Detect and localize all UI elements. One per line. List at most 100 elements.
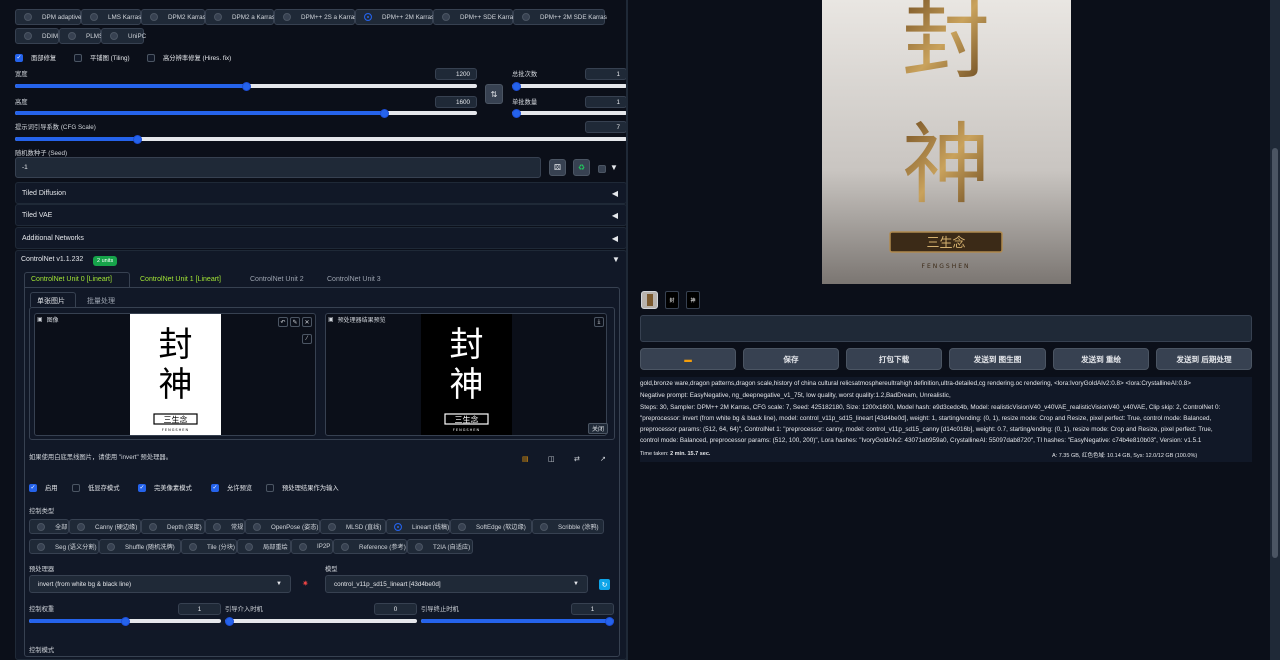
control-type-normal[interactable]: 常规 bbox=[205, 519, 245, 534]
mirror-icon[interactable]: ⇄ bbox=[574, 455, 580, 463]
pixel-perfect-checkbox[interactable]: ✓ 完美像素模式 bbox=[138, 483, 192, 492]
sampler-dpmpp-2s-a-karras[interactable]: DPM++ 2S a Karras bbox=[274, 9, 357, 25]
allow-preview-checkbox[interactable]: ✓ 允许预览 bbox=[211, 483, 252, 492]
accordion-tiled-vae[interactable]: Tiled VAE ◀ bbox=[15, 204, 627, 226]
batch-count-slider[interactable] bbox=[512, 81, 627, 91]
tab-single-image[interactable]: 单张图片 bbox=[37, 296, 65, 306]
open-folder-button[interactable]: ▬ bbox=[640, 348, 736, 370]
slider-knob[interactable] bbox=[225, 616, 234, 626]
extra-seed-checkbox[interactable] bbox=[598, 165, 606, 173]
tab-batch[interactable]: 批量处理 bbox=[87, 296, 115, 306]
width-slider[interactable] bbox=[15, 81, 477, 91]
new-canvas-icon[interactable]: ▤ bbox=[522, 455, 529, 463]
slider-knob[interactable] bbox=[241, 81, 251, 91]
control-type-seg[interactable]: Seg (语义分割) bbox=[29, 539, 99, 554]
run-preprocessor-button[interactable]: ✷ bbox=[302, 579, 309, 588]
batch-count-input[interactable]: 1 bbox=[585, 68, 627, 80]
sampler-dpmpp-2m-sde-karras[interactable]: DPM++ 2M SDE Karras bbox=[513, 9, 607, 25]
control-type-ip2p[interactable]: IP2P bbox=[291, 539, 333, 554]
slider-knob[interactable] bbox=[512, 81, 521, 91]
control-type-reference[interactable]: Reference (参考) bbox=[333, 539, 407, 554]
edit-button[interactable]: ✎ bbox=[290, 317, 300, 327]
batch-size-input[interactable]: 1 bbox=[585, 96, 627, 108]
tab-controlnet-unit-1[interactable]: ControlNet Unit 1 [Lineart] bbox=[140, 276, 221, 283]
control-weight-slider[interactable] bbox=[29, 616, 221, 626]
seed-input[interactable]: -1 bbox=[15, 157, 541, 178]
sampler-lms-karras[interactable]: LMS Karras bbox=[81, 9, 141, 25]
lowvram-checkbox[interactable]: 低显存模式 bbox=[72, 483, 119, 492]
tab-controlnet-unit-3[interactable]: ControlNet Unit 3 bbox=[327, 276, 381, 283]
height-slider[interactable] bbox=[15, 108, 477, 118]
guidance-end-input[interactable]: 1 bbox=[571, 603, 614, 615]
zip-download-button[interactable]: 打包下载 bbox=[846, 348, 942, 370]
slider-knob[interactable] bbox=[512, 108, 521, 118]
reuse-seed-button[interactable]: ♻ bbox=[573, 159, 590, 176]
accordion-tiled-diffusion[interactable]: Tiled Diffusion ◀ bbox=[15, 182, 627, 204]
hires-fix-checkbox[interactable]: 高分辨率修复 (Hires. fix) bbox=[147, 53, 231, 62]
download-preview-button[interactable]: ⤓ bbox=[594, 317, 604, 327]
model-select[interactable]: control_v11p_sd15_lineart [43d4be0d] ▼ bbox=[325, 575, 588, 593]
send-to-extras-button[interactable]: 发送到 后期处理 bbox=[1156, 348, 1252, 370]
tab-controlnet-unit-2[interactable]: ControlNet Unit 2 bbox=[250, 276, 304, 283]
accordion-additional-networks[interactable]: Additional Networks ◀ bbox=[15, 227, 627, 249]
close-preview-button[interactable]: 关闭 bbox=[588, 423, 609, 434]
sampler-dpm-adaptive[interactable]: DPM adaptive bbox=[15, 9, 82, 25]
brush-button[interactable]: ⁄ bbox=[302, 334, 312, 344]
sampler-ddim[interactable]: DDIM bbox=[15, 28, 59, 44]
caret-down-icon[interactable]: ▼ bbox=[612, 255, 620, 264]
enable-checkbox[interactable]: ✓ 启用 bbox=[29, 483, 58, 492]
control-type-inpaint[interactable]: 局部重绘 bbox=[237, 539, 291, 554]
control-type-openpose[interactable]: OpenPose (姿态) bbox=[245, 519, 320, 534]
control-type-lineart[interactable]: Lineart (线稿) bbox=[386, 519, 450, 534]
cfg-slider[interactable] bbox=[15, 134, 627, 144]
sampler-dpm2-karras[interactable]: DPM2 Karras bbox=[141, 9, 206, 25]
height-input[interactable]: 1600 bbox=[435, 96, 477, 108]
control-type-mlsd[interactable]: MLSD (直线) bbox=[320, 519, 386, 534]
slider-knob[interactable] bbox=[605, 616, 614, 626]
sampler-plms[interactable]: PLMS bbox=[59, 28, 103, 44]
control-type-scribble[interactable]: Scribble (涂鸦) bbox=[532, 519, 604, 534]
control-weight-input[interactable]: 1 bbox=[178, 603, 221, 615]
control-type-t2ia[interactable]: T2IA (自适应) bbox=[407, 539, 473, 554]
control-mode-options[interactable] bbox=[29, 656, 217, 660]
slider-knob[interactable] bbox=[120, 616, 130, 626]
send-to-img2img-button[interactable]: 发送到 图生图 bbox=[949, 348, 1046, 370]
face-restore-checkbox[interactable]: ✓ 面部修复 bbox=[15, 53, 56, 62]
control-type-softedge[interactable]: SoftEdge (软边缘) bbox=[450, 519, 532, 534]
tiling-checkbox[interactable]: 平铺图 (Tiling) bbox=[74, 53, 130, 62]
sampler-dpmpp-2m-karras[interactable]: DPM++ 2M Karras bbox=[355, 9, 434, 25]
batch-size-slider[interactable] bbox=[512, 108, 627, 118]
control-type-shuffle[interactable]: Shuffle (随机洗牌) bbox=[99, 539, 181, 554]
scrollbar-thumb[interactable] bbox=[1272, 148, 1278, 558]
control-type-depth[interactable]: Depth (深度) bbox=[141, 519, 205, 534]
extra-seed-toggle-icon[interactable]: ▼ bbox=[610, 163, 618, 172]
control-type-all[interactable]: 全部 bbox=[29, 519, 69, 534]
sampler-unipc[interactable]: UniPC bbox=[101, 28, 146, 44]
guidance-start-input[interactable]: 0 bbox=[374, 603, 417, 615]
swap-dimensions-button[interactable]: ⇅ bbox=[485, 84, 503, 104]
width-input[interactable]: 1200 bbox=[435, 68, 477, 80]
thumbnail-1[interactable] bbox=[641, 291, 658, 309]
control-type-tile[interactable]: Tile (分块) bbox=[181, 539, 237, 554]
thumbnail-2[interactable]: 封 bbox=[665, 291, 679, 309]
sampler-dpmpp-sde-karras[interactable]: DPM++ SDE Karras bbox=[433, 9, 516, 25]
page-scrollbar[interactable] bbox=[1270, 0, 1280, 660]
generated-image[interactable]: 封 神 三生念 FENGSHEN bbox=[822, 0, 1071, 284]
webcam-icon[interactable]: ◫ bbox=[548, 455, 555, 463]
guidance-start-slider[interactable] bbox=[225, 616, 417, 626]
slider-knob[interactable] bbox=[132, 134, 142, 144]
clear-image-button[interactable]: ✕ bbox=[302, 317, 312, 327]
control-type-canny[interactable]: Canny (硬边缘) bbox=[69, 519, 141, 534]
tab-controlnet-unit-0[interactable]: ControlNet Unit 0 [Lineart] bbox=[31, 276, 112, 283]
random-seed-button[interactable]: ⚄ bbox=[549, 159, 566, 176]
slider-knob[interactable] bbox=[380, 108, 390, 118]
thumbnail-3[interactable]: 神 bbox=[686, 291, 700, 309]
save-button[interactable]: 保存 bbox=[743, 348, 839, 370]
undo-button[interactable]: ↶ bbox=[278, 317, 288, 327]
send-to-inpaint-button[interactable]: 发送到 重绘 bbox=[1053, 348, 1149, 370]
cfg-input[interactable]: 7 bbox=[585, 121, 627, 133]
preview-as-input-checkbox[interactable]: 预处理结果作为输入 bbox=[266, 483, 339, 492]
sampler-dpm2-a-karras[interactable]: DPM2 a Karras bbox=[205, 9, 275, 25]
preprocessor-select[interactable]: invert (from white bg & black line) ▼ bbox=[29, 575, 291, 593]
refresh-models-button[interactable]: ↻ bbox=[599, 579, 610, 590]
